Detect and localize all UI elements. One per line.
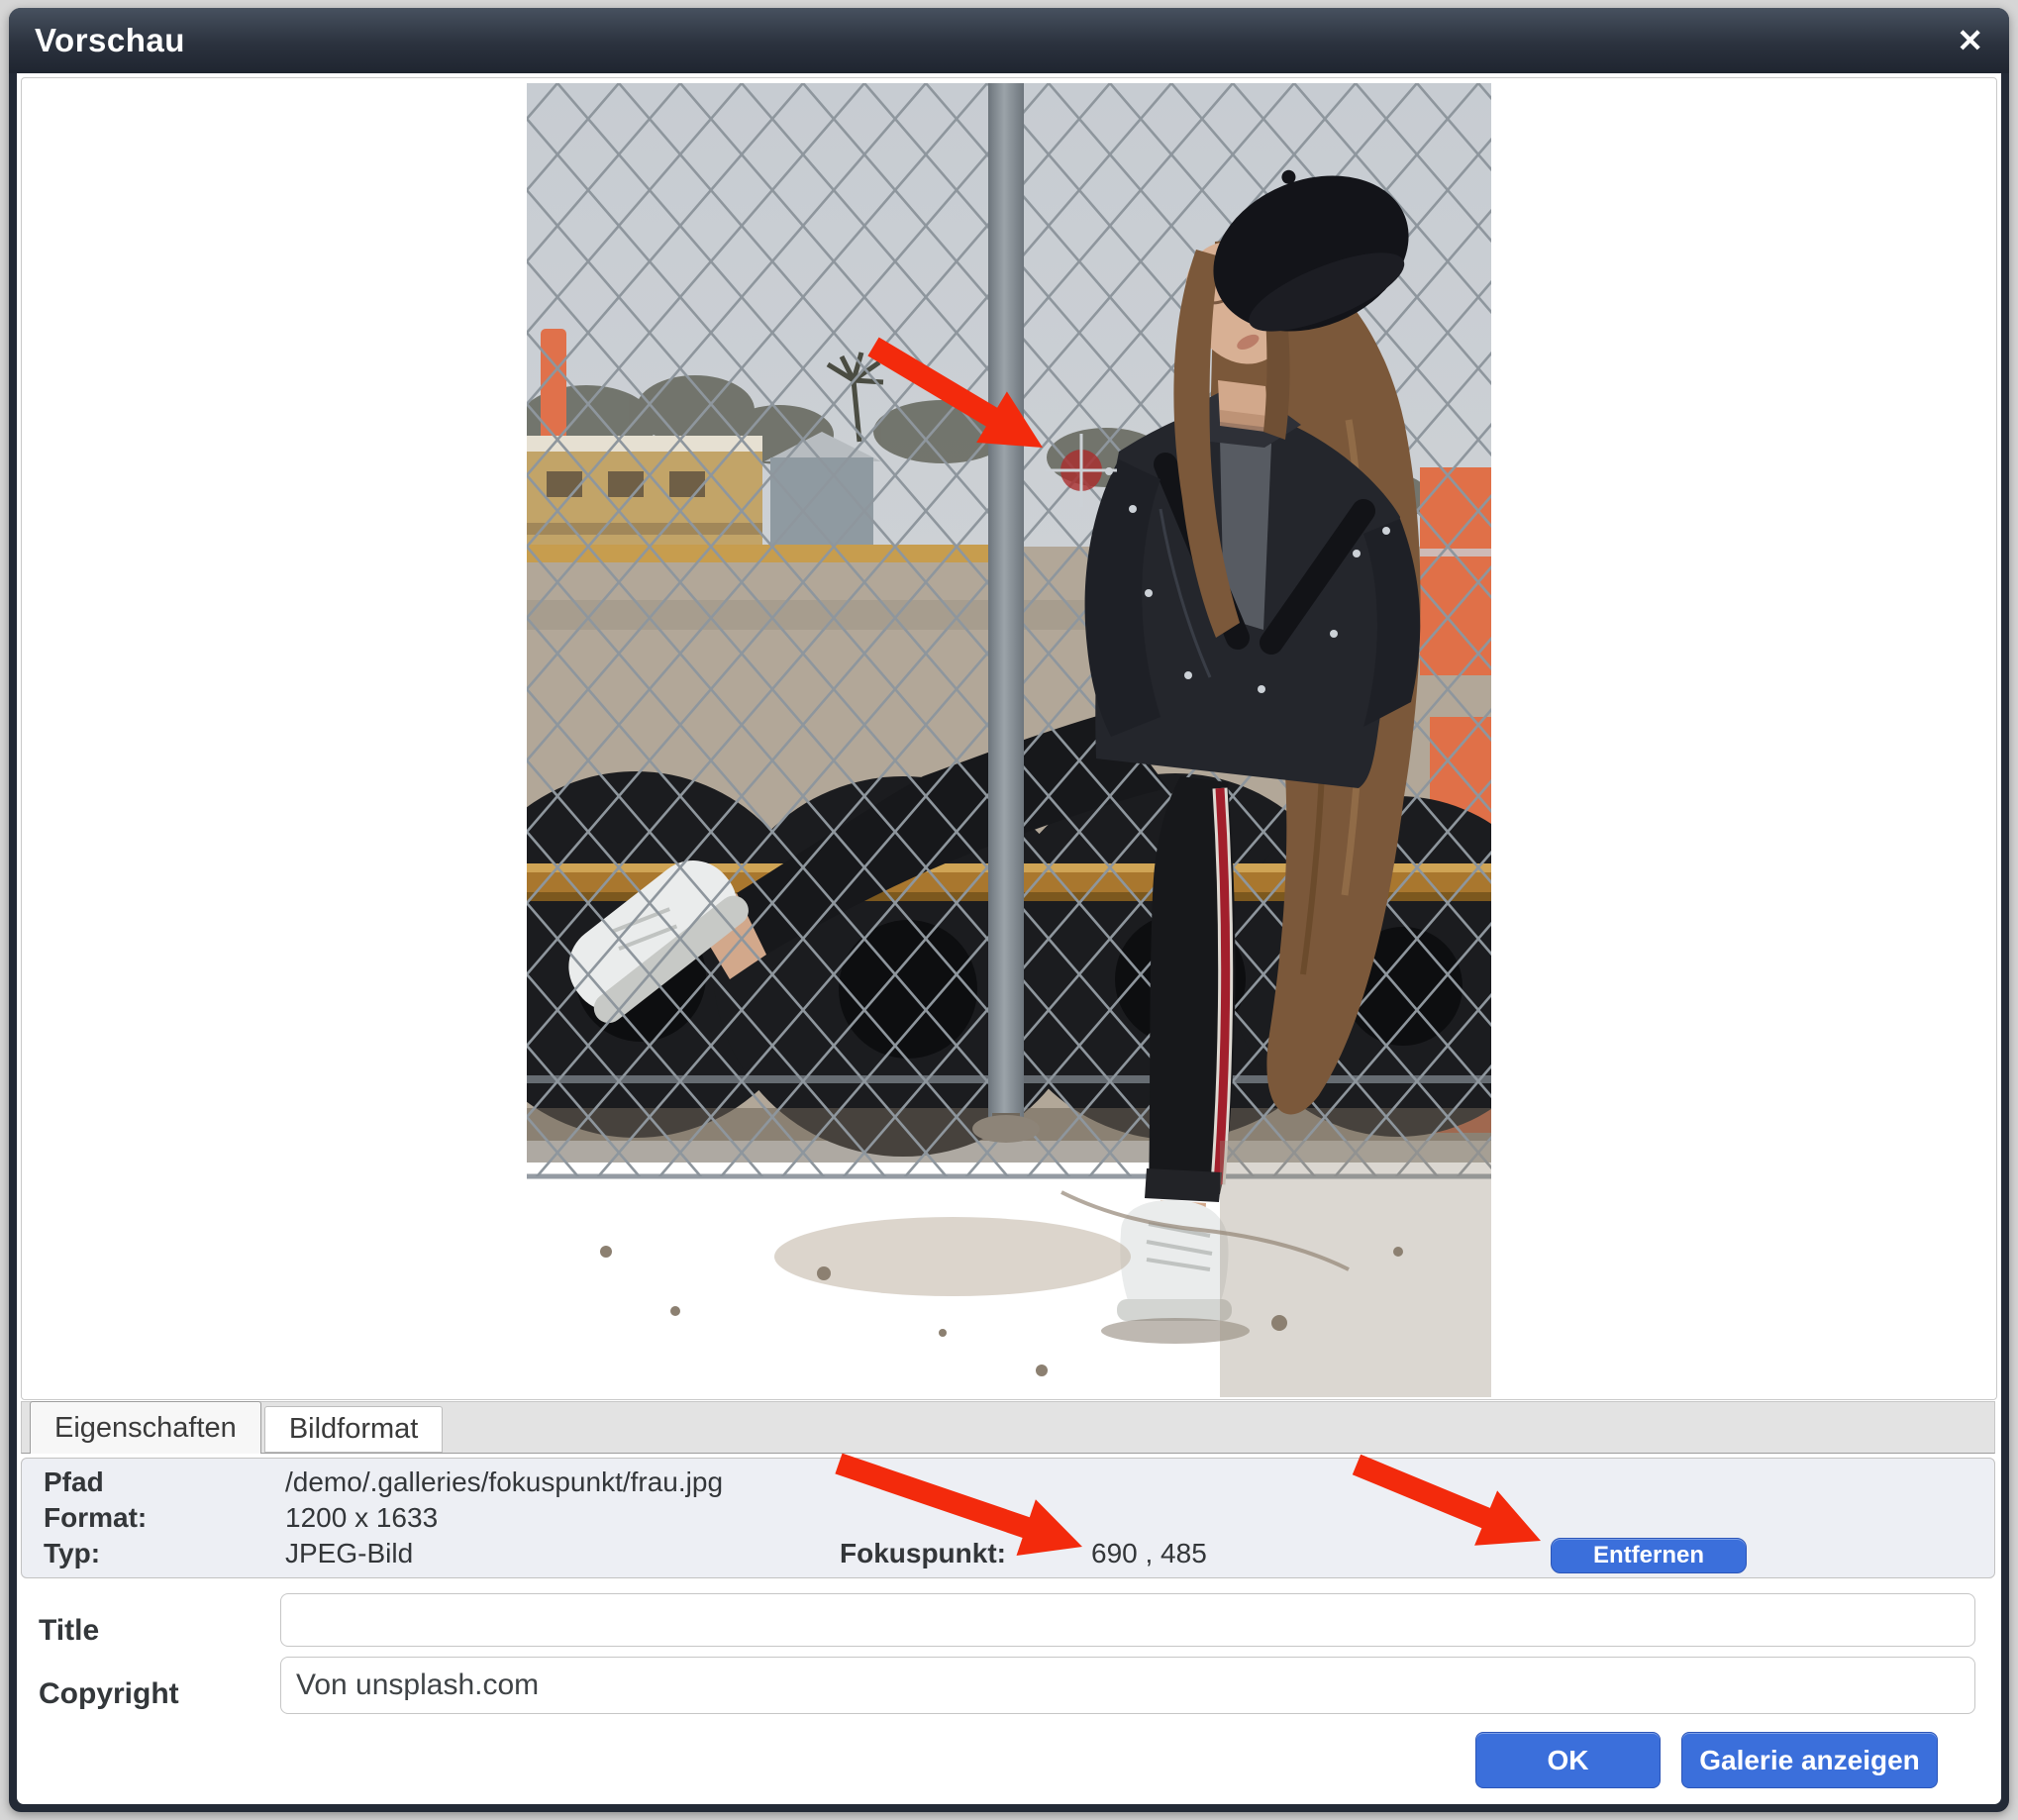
remove-focuspoint-button[interactable]: Entfernen <box>1551 1538 1747 1573</box>
fokuspunkt-label: Fokuspunkt: <box>840 1538 1006 1569</box>
pfad-label: Pfad <box>44 1466 104 1498</box>
dialog-titlebar: Vorschau ✕ <box>9 8 2009 73</box>
title-label: Title <box>39 1614 99 1648</box>
properties-panel: Pfad /demo/.galleries/fokuspunkt/frau.jp… <box>21 1458 1995 1578</box>
format-value: 1200 x 1633 <box>285 1502 438 1534</box>
copyright-label: Copyright <box>39 1677 179 1711</box>
copyright-input[interactable] <box>280 1657 1975 1714</box>
image-preview-area <box>21 77 1997 1400</box>
tabstrip: Eigenschaften Bildformat <box>21 1401 1995 1454</box>
tab-bildformat[interactable]: Bildformat <box>264 1406 444 1453</box>
show-gallery-button[interactable]: Galerie anzeigen <box>1681 1732 1938 1788</box>
typ-value: JPEG-Bild <box>285 1538 413 1569</box>
ok-button[interactable]: OK <box>1475 1732 1661 1788</box>
dialog-title: Vorschau <box>35 22 185 59</box>
typ-label: Typ: <box>44 1538 100 1569</box>
preview-image[interactable] <box>527 83 1491 1397</box>
title-input[interactable] <box>280 1593 1975 1647</box>
fokuspunkt-value: 690 , 485 <box>1091 1538 1207 1569</box>
pfad-value: /demo/.galleries/fokuspunkt/frau.jpg <box>285 1466 723 1498</box>
close-icon[interactable]: ✕ <box>1957 25 1983 56</box>
preview-dialog: Vorschau ✕ <box>9 8 2009 1812</box>
dialog-content: Eigenschaften Bildformat Pfad /demo/.gal… <box>17 73 2001 1804</box>
ground-texture <box>600 1141 1491 1397</box>
format-label: Format: <box>44 1502 147 1534</box>
tab-eigenschaften[interactable]: Eigenschaften <box>30 1401 261 1454</box>
